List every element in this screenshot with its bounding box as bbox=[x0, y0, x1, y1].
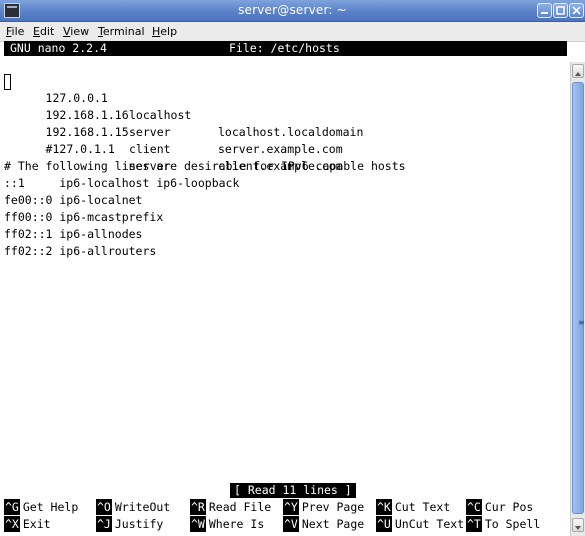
scroll-up-icon bbox=[575, 72, 581, 76]
scroll-down-button[interactable] bbox=[572, 518, 584, 532]
maximize-button[interactable] bbox=[553, 3, 568, 18]
shortcut-justify[interactable]: ^J Justify bbox=[96, 516, 163, 532]
menu-view[interactable]: View bbox=[63, 25, 89, 38]
nano-status-message: [ Read 11 lines ] bbox=[230, 483, 356, 498]
shortcut-exit[interactable]: ^X Exit bbox=[4, 516, 51, 532]
window-title: server@server: ~ bbox=[238, 3, 347, 17]
title-bar[interactable]: server@server: ~ bbox=[0, 0, 585, 22]
terminal-window: server@server: ~ File Edit View Terminal… bbox=[0, 0, 585, 536]
menu-file[interactable]: File bbox=[6, 25, 24, 38]
text-cursor bbox=[4, 74, 11, 90]
shortcut-where-is[interactable]: ^W Where Is bbox=[190, 516, 264, 532]
hosts-comment-line: # The following lines are desirable for … bbox=[4, 159, 406, 173]
close-button[interactable] bbox=[569, 3, 584, 18]
maximize-icon bbox=[556, 6, 565, 15]
shortcut-cur-pos[interactable]: ^C Cur Pos bbox=[466, 499, 533, 515]
shortcut-cut-text[interactable]: ^K Cut Text bbox=[376, 499, 450, 515]
hosts-line: ff02::2 ip6-allrouters bbox=[4, 244, 157, 258]
nano-file-name: File: /etc/hosts bbox=[229, 41, 340, 55]
menu-terminal[interactable]: Terminal bbox=[98, 25, 145, 38]
shortcut-prev-page[interactable]: ^Y Prev Page bbox=[283, 499, 364, 515]
hosts-line: 127.0.0.1 localhost localhost.localdomai… bbox=[45, 91, 364, 139]
close-icon bbox=[572, 6, 581, 15]
scrollbar-thumb[interactable]: ≡ bbox=[572, 82, 585, 514]
hosts-line: ::1 ip6-localhost ip6-loopback bbox=[4, 176, 240, 190]
minimize-icon bbox=[541, 12, 548, 14]
hosts-line: ff02::1 ip6-allnodes bbox=[4, 227, 143, 241]
menu-bar: File Edit View Terminal Help bbox=[0, 22, 585, 42]
scroll-up-button[interactable] bbox=[572, 64, 584, 78]
shortcut-get-help[interactable]: ^G Get Help bbox=[4, 499, 78, 515]
minimize-button[interactable] bbox=[537, 3, 552, 18]
shortcut-read-file[interactable]: ^R Read File bbox=[190, 499, 271, 515]
hosts-line: 192.168.1.16 server server.example.com bbox=[45, 108, 343, 156]
menu-help[interactable]: Help bbox=[152, 25, 177, 38]
hosts-line: 192.168.1.15 client client.example.com bbox=[45, 125, 343, 173]
terminal-area[interactable]: GNU nano 2.2.4 File: /etc/hosts 127.0.0.… bbox=[0, 41, 570, 536]
vertical-scrollbar[interactable]: ≡ bbox=[570, 62, 585, 536]
hosts-line: fe00::0 ip6-localnet bbox=[4, 193, 143, 207]
hosts-line: #127.0.1.1 server bbox=[45, 142, 171, 173]
shortcut-uncut-text[interactable]: ^U UnCut Text bbox=[376, 516, 464, 532]
nano-version: GNU nano 2.2.4 bbox=[10, 41, 107, 55]
nano-title-bar: GNU nano 2.2.4 File: /etc/hosts bbox=[4, 41, 567, 56]
shortcut-next-page[interactable]: ^V Next Page bbox=[283, 516, 364, 532]
scroll-down-icon bbox=[575, 526, 581, 530]
grip-icon: ≡ bbox=[578, 318, 585, 327]
shortcut-to-spell[interactable]: ^T To Spell bbox=[466, 516, 540, 532]
shortcut-writeout[interactable]: ^O WriteOut bbox=[96, 499, 170, 515]
hosts-line: ff00::0 ip6-mcastprefix bbox=[4, 210, 164, 224]
menu-edit[interactable]: Edit bbox=[33, 25, 54, 38]
